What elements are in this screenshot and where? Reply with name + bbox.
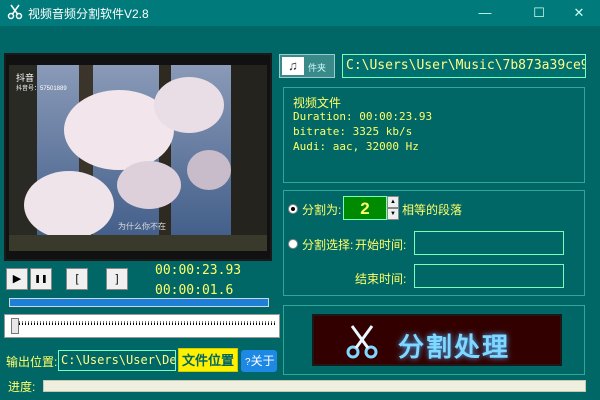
split-process-label: 分割处理 [398,332,511,362]
timeline-slider[interactable] [4,314,280,338]
split-equal-label: 分割为: [302,203,342,217]
video-preview[interactable]: 抖音 抖音号：57501889 为什么你不在 [4,53,272,261]
file-duration: Duration: 00:00:23.93 [293,110,433,123]
start-time-field[interactable] [414,231,564,255]
timeline-ticks [19,321,275,325]
video-subtitle: 为什么你不在 [118,222,166,231]
timeline-thumb[interactable] [11,318,19,334]
split-select-label: 分割选择: [302,238,354,252]
minimize-button[interactable]: — [462,0,508,26]
file-location-button[interactable]: 文件位置 [178,348,238,372]
spin-up-button[interactable]: ▲ [387,196,399,208]
split-select-radio[interactable] [288,239,298,249]
start-time-label: 开始时间: [355,238,407,252]
output-label: 输出位置: [6,355,58,369]
scissors-icon [346,325,378,359]
about-button[interactable]: ?关于 [241,350,277,372]
end-time-field[interactable] [414,264,564,288]
split-equal-suffix: 相等的段落 [402,203,463,217]
file-info-heading: 视频文件 [293,96,342,110]
split-equal-radio[interactable] [288,204,298,214]
progress-bar [43,380,586,392]
pause-button[interactable]: ❚❚ [30,268,52,290]
duration-display: 00:00:23.93 [155,263,242,278]
file-bitrate: bitrate: 3325 kb/s [293,125,413,138]
spin-down-button[interactable]: ▼ [387,208,399,220]
play-button[interactable]: ▶ [6,268,28,290]
segments-count-field[interactable]: 2 [343,196,387,220]
video-watermark-id: 抖音号：57501889 [16,86,67,92]
title-bar: 视频音频分割软件V2.8 — ☐ ✕ [0,0,600,26]
source-path-field[interactable]: C:\Users\User\Music\7b873a39ce9664 [342,54,586,78]
scissors-icon [7,4,23,20]
end-time-label: 结束时间: [355,272,407,286]
mark-out-button[interactable]: ] [106,268,128,290]
file-audio: Audi: aac, 32000 Hz [293,140,419,153]
music-note-icon: ♫ [282,57,304,75]
close-button[interactable]: ✕ [556,0,600,26]
window-title: 视频音频分割软件V2.8 [28,7,149,21]
mark-in-button[interactable]: [ [66,268,88,290]
open-folder-button[interactable]: ♫ 件夹 [279,54,335,78]
split-process-button[interactable]: 分割处理 [312,314,562,366]
open-folder-label: 件夹 [308,63,327,73]
position-display: 00:00:01.6 [155,283,234,298]
about-label: 关于 [250,354,275,368]
playback-progress-bar[interactable] [9,298,269,307]
progress-label: 进度: [8,380,36,394]
output-path-field[interactable]: C:\Users\User\De [58,350,176,371]
